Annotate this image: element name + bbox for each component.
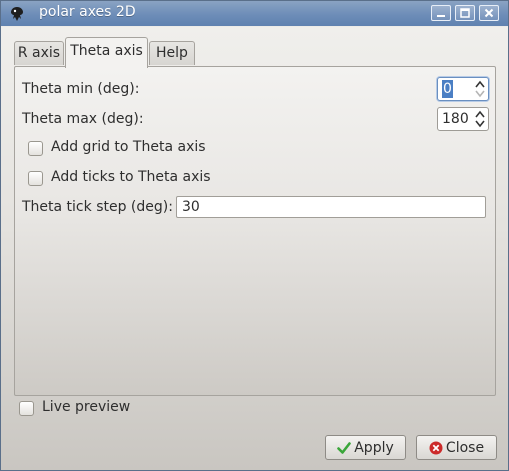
spin-arrows-icon[interactable] [475,80,485,98]
inkscape-app-icon [9,6,25,22]
maximize-button[interactable] [455,5,475,21]
close-button[interactable]: Close [416,435,497,460]
close-window-button[interactable] [479,5,499,21]
minimize-button[interactable] [431,5,451,21]
close-label: Close [445,439,485,456]
theta-max-spinbox[interactable]: 180 [437,107,489,131]
theta-max-label: Theta max (deg): [22,111,144,127]
close-icon [484,8,494,18]
dialog-window: polar axes 2D R axis Theta axis Help The… [0,0,509,471]
live-preview-checkbox[interactable] [19,401,34,416]
tab-r-axis[interactable]: R axis [14,41,64,65]
dialog-content: R axis Theta axis Help Theta min (deg): … [1,27,508,470]
tab-help[interactable]: Help [149,41,195,65]
apply-button[interactable]: Apply [325,435,406,460]
add-ticks-checkbox[interactable] [28,171,43,186]
theta-min-label: Theta min (deg): [22,81,140,97]
tick-step-label: Theta tick step (deg): [22,199,173,215]
live-preview-label[interactable]: Live preview [42,399,130,415]
add-grid-checkbox[interactable] [28,141,43,156]
check-icon [337,441,352,454]
close-circle-icon [429,441,443,454]
tick-step-input[interactable]: 30 [176,196,486,218]
maximize-icon [460,8,470,18]
add-grid-label[interactable]: Add grid to Theta axis [51,139,206,155]
title-bar[interactable]: polar axes 2D [1,1,508,26]
tab-theta-axis[interactable]: Theta axis [65,37,148,68]
window-title: polar axes 2D [39,4,136,20]
theta-min-spinbox[interactable]: 0 [437,77,489,101]
minimize-icon [437,15,445,17]
spin-arrows-icon[interactable] [475,110,485,128]
apply-label: Apply [354,439,394,456]
add-ticks-label[interactable]: Add ticks to Theta axis [51,169,211,185]
theta-min-value[interactable]: 0 [442,80,453,98]
theta-max-value[interactable]: 180 [442,110,469,128]
